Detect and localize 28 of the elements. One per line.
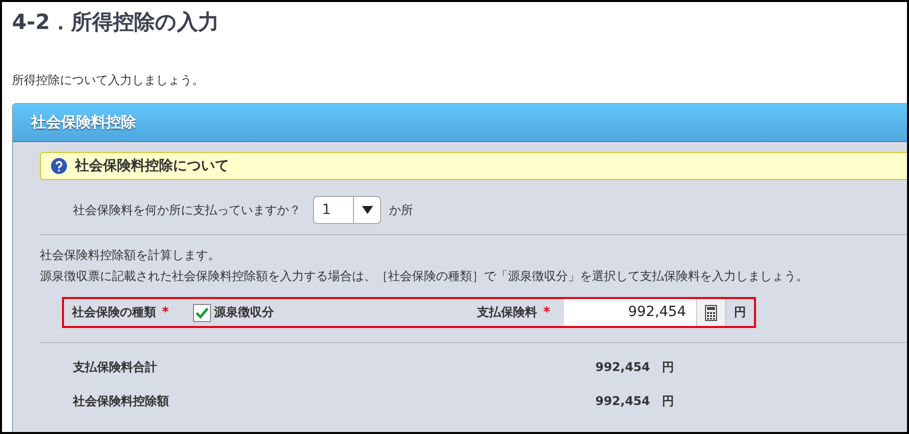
required-mark: * xyxy=(543,305,550,320)
page-title: 4-2．所得控除の入力 xyxy=(11,9,220,36)
summary-label: 支払保険料合計 xyxy=(73,358,158,376)
panel-title: 社会保険料控除 xyxy=(31,113,136,132)
help-icon xyxy=(51,158,67,174)
calculator-button[interactable] xyxy=(696,299,726,326)
field-label: 社会保険の種類 xyxy=(72,304,156,321)
summary-value: 992,454 xyxy=(594,360,650,374)
calculator-icon xyxy=(705,304,717,320)
unit-label: か所 xyxy=(389,202,413,218)
description-text: 源泉徴収票に記載された社会保険料控除額を入力する場合は、［社会保険の種類］で「源泉徴収分」を選択して支払保険料を入力しましょう。 xyxy=(40,268,809,285)
required-mark: * xyxy=(162,305,169,320)
unit-label: 円 xyxy=(733,304,747,321)
intro-text: 所得控除について入力しましょう。 xyxy=(12,72,205,89)
count-dropdown[interactable]: 1 xyxy=(313,196,381,224)
dropdown-arrow-icon xyxy=(362,206,372,214)
summary-label: 社会保険料控除額 xyxy=(73,392,170,410)
field-label: 支払保険料 xyxy=(477,304,538,321)
unit-label: 円 xyxy=(662,358,674,376)
checkbox[interactable] xyxy=(192,304,211,322)
question-label: 社会保険料を何か所に支払っていますか？ xyxy=(73,202,301,218)
description-text: 社会保険料控除額を計算します。 xyxy=(40,247,221,264)
summary-value: 992,454 xyxy=(594,394,650,408)
unit-label: 円 xyxy=(662,392,674,410)
info-bar[interactable]: 社会保険料控除について xyxy=(40,152,907,180)
withholding-checkbox[interactable]: 源泉徴収分 xyxy=(192,304,274,322)
check-icon xyxy=(194,306,209,318)
amount-input[interactable]: 992,454 xyxy=(564,299,696,326)
